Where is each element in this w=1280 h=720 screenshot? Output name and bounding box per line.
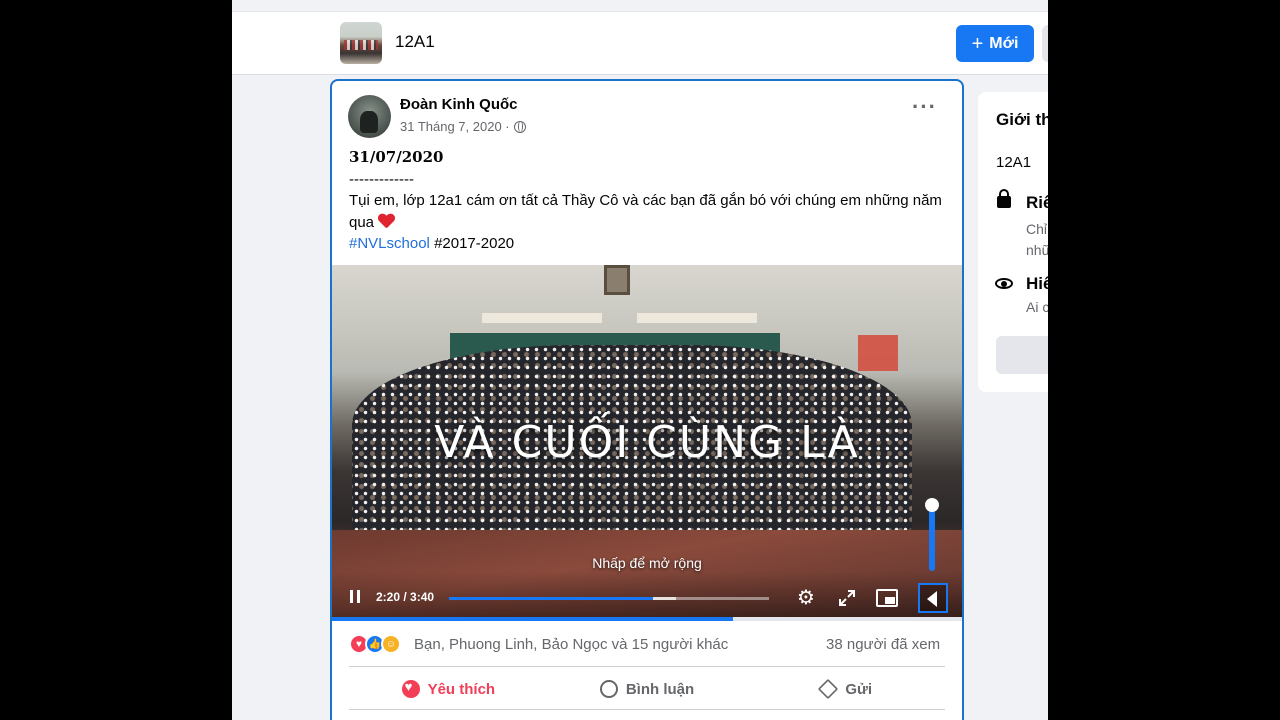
about-group-name: 12A1 (996, 154, 1032, 171)
privacy-line-1: Chỉ (1026, 221, 1048, 237)
eye-icon (995, 278, 1013, 289)
reaction-icons[interactable]: ♥ 👍 ☺ (349, 634, 401, 654)
visibility-description: Ai c (1026, 299, 1048, 315)
globe-icon (513, 120, 526, 133)
more-button[interactable] (1042, 25, 1048, 62)
comment-icon (599, 680, 618, 698)
pause-icon[interactable] (350, 590, 360, 603)
top-bar-edge (232, 0, 1048, 12)
about-title: Giới th (996, 110, 1048, 129)
group-header: 12A1 + Mới (232, 12, 1048, 75)
view-count: 38 người đã xem (826, 636, 941, 653)
author-avatar[interactable] (348, 95, 391, 138)
privacy-line-2: nhũ (1026, 242, 1048, 258)
wall-frame (604, 265, 630, 295)
post-hashtags: #NVLschool #2017-2020 (349, 233, 949, 255)
post-body: 31/07/2020 ------------- Tụi em, lớp 12a… (349, 147, 949, 255)
comment-button[interactable]: Bình luận (548, 669, 747, 709)
video-progress-fill (449, 597, 653, 600)
privacy-description: Chỉ nhũ (1026, 219, 1048, 261)
share-button-label: Gửi (845, 680, 873, 698)
post-body-date: 31/07/2020 (349, 148, 444, 166)
post-card: Đoàn Kinh Quốc 31 Tháng 7, 2020 · ··· 31… (330, 79, 964, 720)
video-time: 2:20 / 3:40 (376, 590, 435, 604)
post-body-separator: ------------- (349, 170, 414, 188)
speaker-icon (927, 591, 937, 607)
visibility-title: Hiể (1026, 274, 1048, 293)
like-button[interactable]: Yêu thích (349, 669, 548, 709)
plus-icon: + (971, 32, 984, 55)
post-actions: Yêu thích Bình luận Gửi (349, 669, 945, 709)
video-player[interactable]: VÀ CUỐI CÙNG LÀ Nhấp để mở rộng 2:20 / 3… (332, 265, 962, 621)
divider (349, 666, 945, 667)
picture-in-picture-icon[interactable] (876, 589, 898, 607)
video-bottom-progress-fill (332, 617, 733, 621)
privacy-title: Riê (1026, 193, 1048, 212)
volume-button[interactable] (918, 583, 948, 613)
care-reaction-icon: ☺ (381, 634, 401, 654)
wall-poster (858, 335, 898, 371)
about-panel: Giới th 12A1 Riê Chỉ nhũ Hiể Ai c (978, 92, 1048, 392)
divider (349, 709, 945, 710)
video-bottom-progress (332, 617, 962, 621)
like-button-label: Yêu thích (427, 680, 496, 698)
group-cover-thumbnail[interactable] (340, 22, 382, 64)
video-progress-bar[interactable] (449, 597, 769, 600)
ceiling-lamp (482, 313, 602, 323)
lock-icon (997, 189, 1011, 208)
post-meta: 31 Tháng 7, 2020 · (400, 119, 526, 134)
comment-button-label: Bình luận (625, 680, 695, 698)
group-title[interactable]: 12A1 (395, 32, 435, 52)
author-name[interactable]: Đoàn Kinh Quốc (400, 96, 518, 113)
fullscreen-icon[interactable] (838, 589, 856, 607)
about-action-button[interactable] (996, 336, 1048, 374)
hashtag-link[interactable]: #NVLschool (349, 235, 430, 252)
post-body-text-block: Tụi em, lớp 12a1 cám ơn tất cả Thầy Cô v… (349, 190, 949, 233)
volume-slider-knob[interactable] (925, 498, 939, 512)
ceiling-lamp (637, 313, 757, 323)
settings-gear-icon[interactable]: ⚙ (797, 588, 817, 608)
post-body-text: Tụi em, lớp 12a1 cám ơn tất cả Thầy Cô v… (349, 192, 942, 231)
new-post-button-label: Mới (989, 34, 1019, 52)
post-options-icon[interactable]: ··· (912, 96, 937, 118)
expand-hint[interactable]: Nhấp để mở rộng (332, 555, 962, 571)
video-buffered-bar (652, 597, 676, 600)
post-date[interactable]: 31 Tháng 7, 2020 · (400, 119, 510, 134)
video-caption-overlay: VÀ CUỐI CÙNG LÀ (434, 417, 860, 468)
heart-icon (401, 679, 420, 698)
volume-slider[interactable] (929, 503, 935, 571)
heart-emoji-icon (378, 214, 395, 229)
page: 12A1 + Mới Đoàn Kinh Quốc 31 Tháng 7, 20… (232, 0, 1048, 720)
hashtag-text: #2017-2020 (434, 235, 515, 252)
send-icon (818, 678, 839, 700)
share-button[interactable]: Gửi (746, 669, 945, 709)
reactions-summary[interactable]: Bạn, Phuong Linh, Bảo Ngọc và 15 người k… (414, 636, 728, 653)
new-post-button[interactable]: + Mới (956, 25, 1034, 62)
